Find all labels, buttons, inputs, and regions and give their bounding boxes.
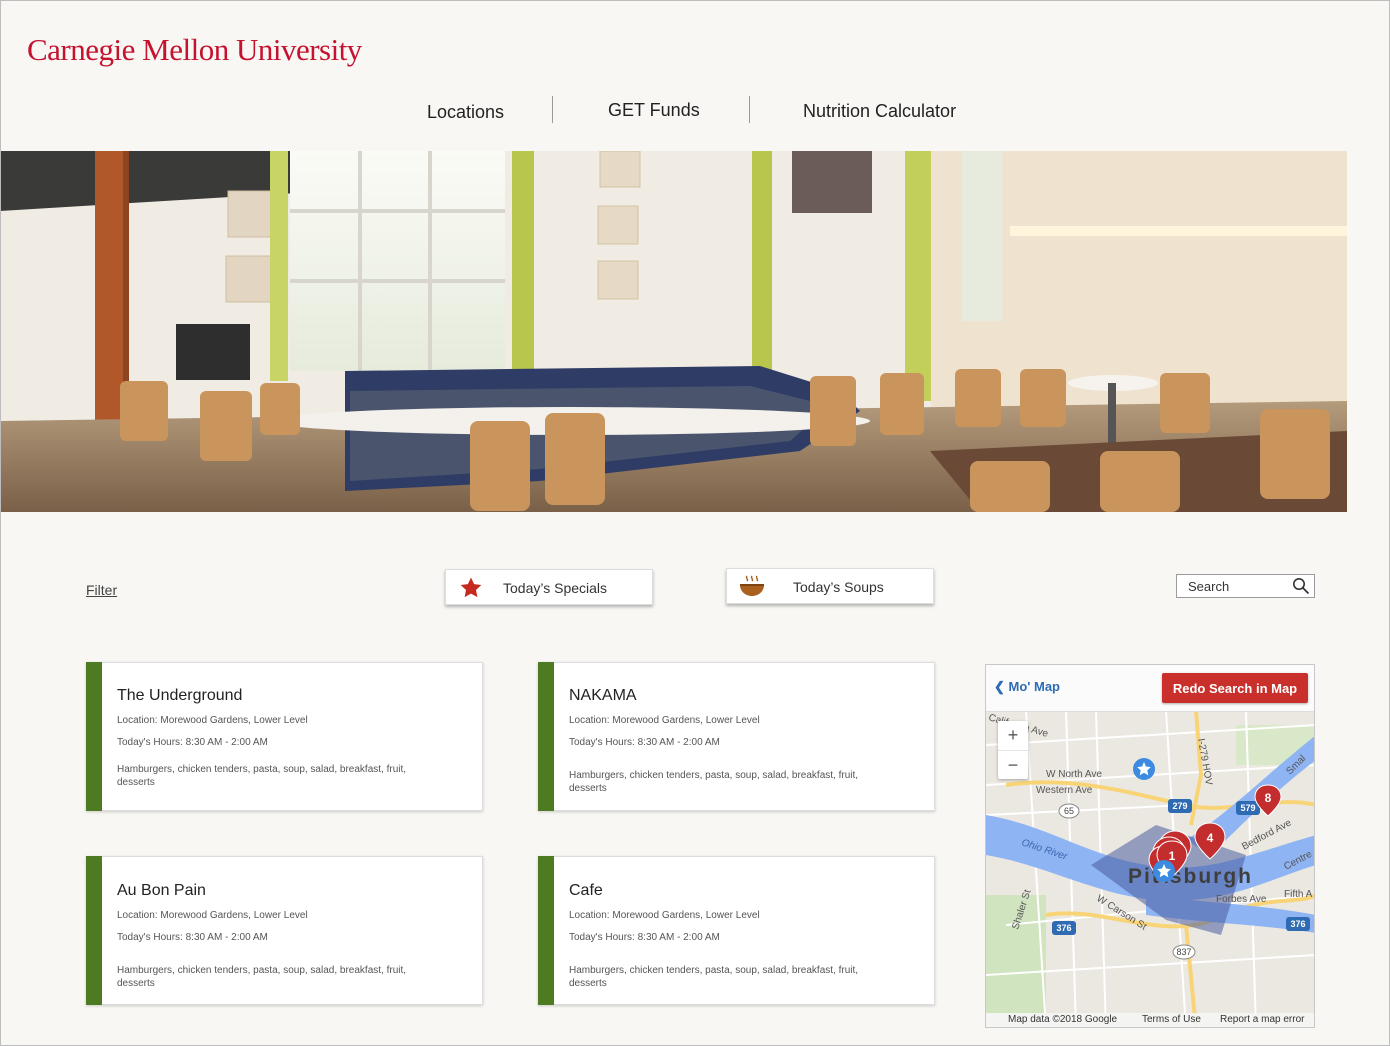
nav-locations[interactable]: Locations bbox=[427, 102, 504, 123]
location-address: Location: Morewood Gardens, Lower Level bbox=[117, 715, 308, 726]
soup-bowl-icon bbox=[739, 575, 765, 604]
street-label: Forbes Ave bbox=[1216, 894, 1267, 905]
map-canvas[interactable]: 279 579 65 376 376 837 W North Ave Weste… bbox=[986, 665, 1315, 1028]
chevron-left-icon: ❮ bbox=[994, 679, 1009, 694]
nav-divider bbox=[552, 96, 553, 123]
location-address: Location: Morewood Gardens, Lower Level bbox=[117, 910, 308, 921]
card-accent-bar bbox=[86, 856, 102, 1005]
terms-of-use-link[interactable]: Terms of Use bbox=[1142, 1014, 1201, 1025]
location-hours: Today's Hours: 8:30 AM - 2:00 AM bbox=[117, 932, 268, 943]
location-hours: Today's Hours: 8:30 AM - 2:00 AM bbox=[569, 737, 720, 748]
map-pin-label: 1 bbox=[1169, 849, 1176, 863]
street-label: Western Ave bbox=[1036, 785, 1093, 796]
zoom-out-button[interactable]: − bbox=[998, 750, 1028, 780]
nav-divider bbox=[749, 96, 750, 123]
location-address: Location: Morewood Gardens, Lower Level bbox=[569, 910, 760, 921]
search-input[interactable] bbox=[1177, 575, 1300, 597]
map-header: ❮ Mo' Map Redo Search in Map bbox=[986, 665, 1314, 712]
location-menu: Hamburgers, chicken tenders, pasta, soup… bbox=[117, 764, 407, 788]
location-card[interactable]: Cafe Location: Morewood Gardens, Lower L… bbox=[538, 856, 935, 1005]
city-label: Pittsburgh bbox=[1128, 865, 1253, 888]
location-card[interactable]: NAKAMA Location: Morewood Gardens, Lower… bbox=[538, 662, 935, 811]
zoom-in-button[interactable]: + bbox=[998, 721, 1028, 750]
map-data-credit: Map data ©2018 Google bbox=[1008, 1014, 1118, 1025]
map-back-label: Mo' Map bbox=[1008, 679, 1060, 694]
map-zoom-control: + − bbox=[998, 721, 1028, 779]
location-menu: Hamburgers, chicken tenders, pasta, soup… bbox=[569, 770, 859, 794]
highway-shield-label: 376 bbox=[1290, 919, 1305, 929]
highway-shield-label: 279 bbox=[1172, 801, 1187, 811]
highway-shield-label: 579 bbox=[1240, 803, 1255, 813]
location-name: Cafe bbox=[569, 882, 603, 899]
location-hours: Today's Hours: 8:30 AM - 2:00 AM bbox=[569, 932, 720, 943]
street-label: W North Ave bbox=[1046, 769, 1102, 780]
search-box bbox=[1176, 574, 1315, 598]
location-name: NAKAMA bbox=[569, 687, 637, 704]
map-attribution: Map data ©2018 Google Terms of Use Repor… bbox=[986, 1013, 1314, 1027]
location-menu: Hamburgers, chicken tenders, pasta, soup… bbox=[569, 965, 859, 989]
location-card[interactable]: The Underground Location: Morewood Garde… bbox=[86, 662, 483, 811]
location-card[interactable]: Au Bon Pain Location: Morewood Gardens, … bbox=[86, 856, 483, 1005]
map-pin-label: 4 bbox=[1207, 831, 1214, 845]
nav-get-funds[interactable]: GET Funds bbox=[608, 100, 700, 121]
location-hours: Today's Hours: 8:30 AM - 2:00 AM bbox=[117, 737, 268, 748]
cmu-logo[interactable]: Carnegie Mellon University bbox=[27, 32, 362, 68]
highway-shield-label: 837 bbox=[1176, 947, 1191, 957]
location-name: The Underground bbox=[117, 687, 243, 704]
location-address: Location: Morewood Gardens, Lower Level bbox=[569, 715, 760, 726]
map-back-link[interactable]: ❮ Mo' Map bbox=[994, 679, 1060, 695]
redo-search-button[interactable]: Redo Search in Map bbox=[1162, 673, 1308, 703]
todays-specials-label: Today’s Specials bbox=[503, 580, 608, 596]
hero-dining-photo bbox=[0, 151, 1347, 512]
search-icon[interactable] bbox=[1292, 577, 1310, 600]
map-widget: 279 579 65 376 376 837 W North Ave Weste… bbox=[985, 664, 1315, 1028]
hero-illustration bbox=[0, 151, 1347, 512]
star-icon bbox=[458, 576, 484, 605]
location-name: Au Bon Pain bbox=[117, 882, 206, 899]
todays-soups-label: Today’s Soups bbox=[793, 579, 884, 595]
card-accent-bar bbox=[86, 662, 102, 811]
main-nav: Locations GET Funds Nutrition Calculator bbox=[0, 96, 1390, 126]
todays-soups-button[interactable]: Today’s Soups bbox=[726, 568, 934, 604]
card-accent-bar bbox=[538, 856, 554, 1005]
location-menu: Hamburgers, chicken tenders, pasta, soup… bbox=[117, 965, 407, 989]
map-pin-label: 8 bbox=[1265, 791, 1272, 805]
filter-link[interactable]: Filter bbox=[86, 582, 117, 598]
street-label: Fifth A bbox=[1284, 889, 1313, 900]
todays-specials-button[interactable]: Today’s Specials bbox=[445, 569, 653, 605]
nav-nutrition-calculator[interactable]: Nutrition Calculator bbox=[803, 101, 956, 122]
highway-shield-label: 65 bbox=[1064, 806, 1074, 816]
highway-shield-label: 376 bbox=[1056, 923, 1071, 933]
report-map-error-link[interactable]: Report a map error bbox=[1220, 1014, 1304, 1025]
card-accent-bar bbox=[538, 662, 554, 811]
